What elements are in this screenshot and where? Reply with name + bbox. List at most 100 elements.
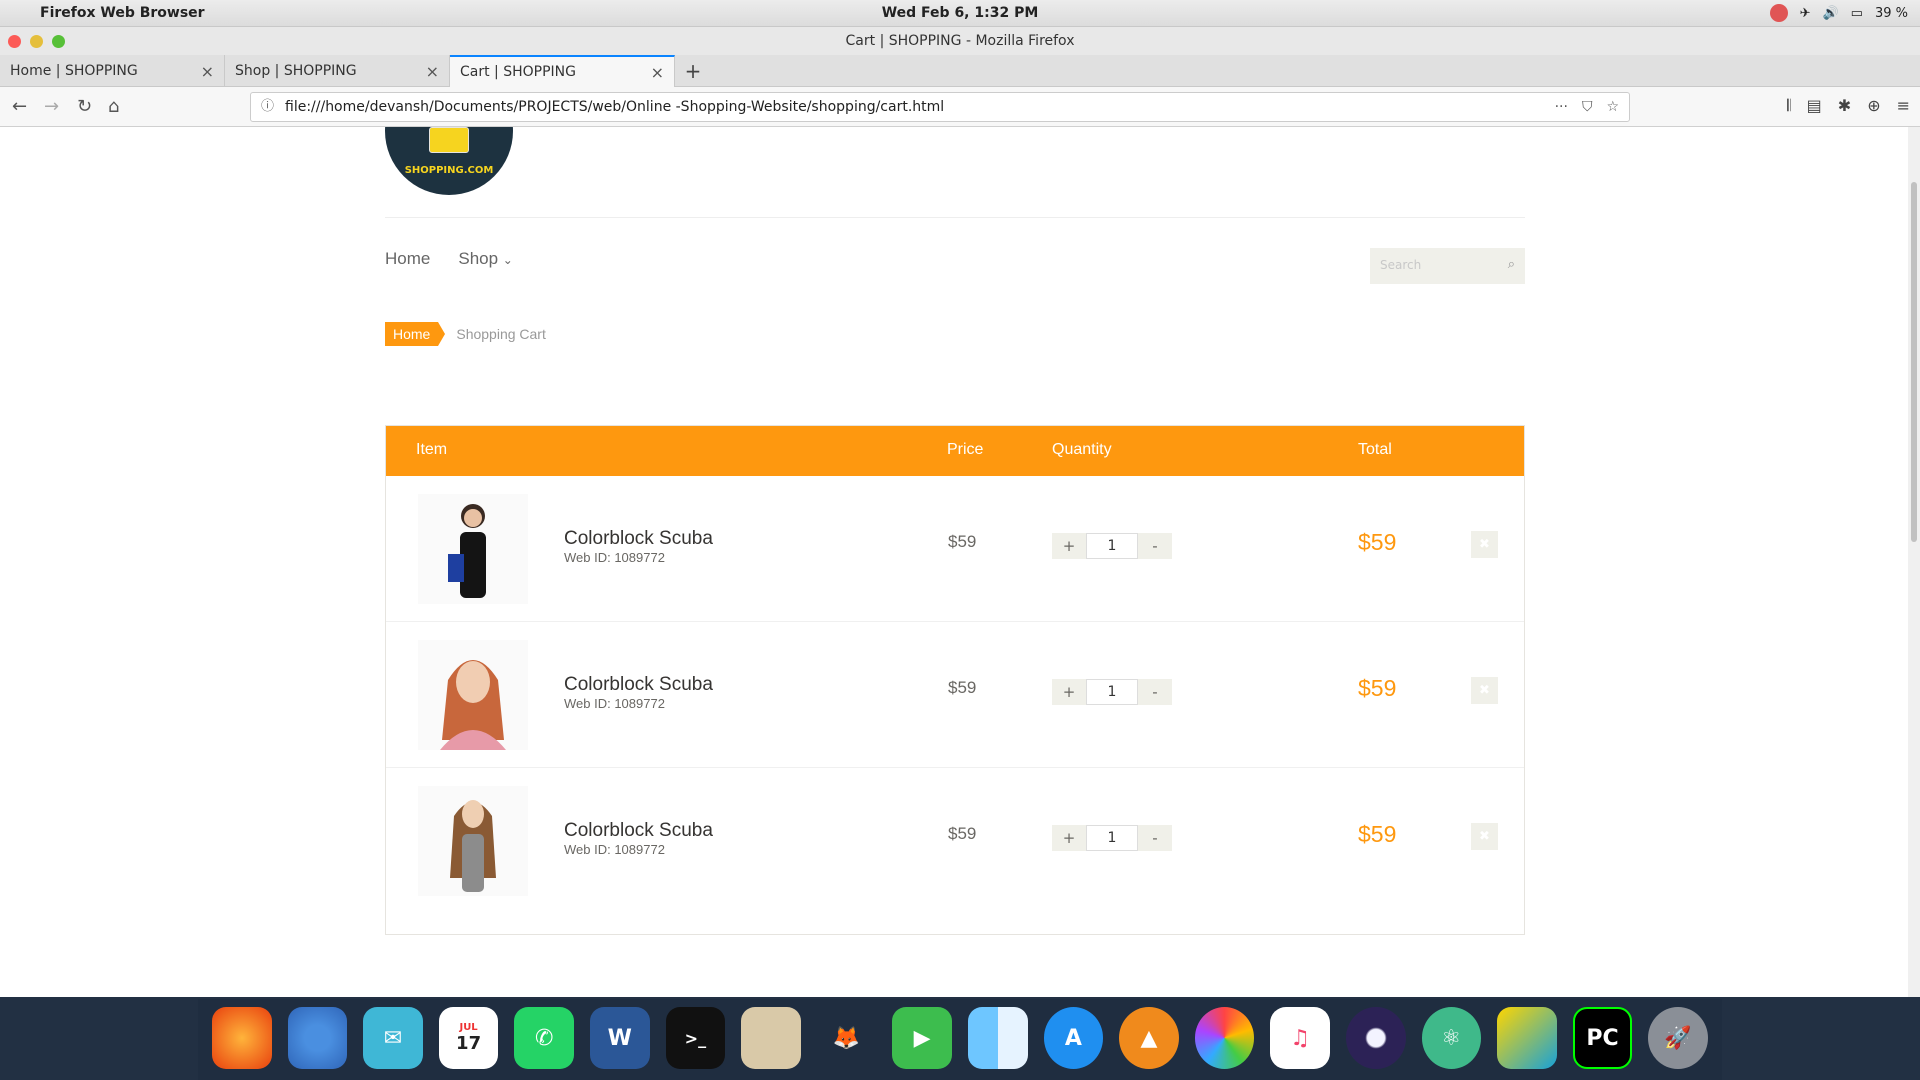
tab-shop[interactable]: Shop | SHOPPING × [225, 55, 450, 87]
menu-home[interactable]: Home [385, 249, 430, 269]
screen-record-icon[interactable] [1769, 4, 1788, 22]
launchpad-icon[interactable]: 🚀 [1648, 1007, 1708, 1069]
product-name[interactable]: Colorblock Scuba [564, 528, 713, 550]
sublime-icon[interactable] [1497, 1007, 1557, 1069]
close-window-button[interactable] [8, 35, 21, 48]
search-input[interactable]: Search ⌕ [1370, 248, 1525, 284]
home-icon[interactable]: ⌂ [108, 96, 119, 117]
quantity-input[interactable]: 1 [1086, 825, 1138, 851]
close-tab-icon[interactable]: × [201, 62, 214, 81]
quantity-input[interactable]: 1 [1086, 679, 1138, 705]
header-total: Total [1358, 441, 1392, 458]
terminal-icon[interactable]: >_ [665, 1007, 726, 1069]
quantity-decrease-button[interactable]: - [1138, 533, 1172, 559]
product-name[interactable]: Colorblock Scuba [564, 674, 713, 696]
site-info-icon[interactable]: ⓘ [261, 93, 274, 121]
quantity-input[interactable]: 1 [1086, 533, 1138, 559]
menu-shop-label: Shop [458, 249, 499, 268]
quantity-increase-button[interactable]: + [1052, 825, 1086, 851]
gimp-icon[interactable]: 🦊 [817, 1007, 877, 1069]
battery-icon[interactable]: ▭ [1851, 6, 1863, 21]
pocket-icon[interactable]: ⛉ [1582, 93, 1593, 121]
word-icon[interactable]: W [589, 1007, 650, 1069]
remove-item-button[interactable]: ✖ [1471, 531, 1498, 558]
remove-item-button[interactable]: ✖ [1471, 823, 1498, 850]
airplane-icon[interactable]: ✈ [1800, 6, 1811, 21]
calendar-month: JUL [459, 1022, 478, 1033]
app-store-icon[interactable]: A [1043, 1007, 1104, 1069]
new-tab-button[interactable]: + [675, 55, 711, 87]
close-tab-icon[interactable]: × [426, 62, 439, 81]
breadcrumb: Home Shopping Cart [385, 322, 546, 346]
close-tab-icon[interactable]: × [651, 63, 664, 82]
os-menubar: Firefox Web Browser Wed Feb 6, 1:32 PM ✈… [0, 0, 1920, 27]
quantity-increase-button[interactable]: + [1052, 533, 1086, 559]
product-price: $59 [948, 678, 977, 697]
product-image[interactable] [418, 786, 528, 896]
tab-label: Home | SHOPPING [10, 63, 138, 79]
whatsapp-icon[interactable]: ✆ [514, 1007, 574, 1069]
product-name[interactable]: Colorblock Scuba [564, 820, 713, 842]
library-icon[interactable]: 𝄃 [1787, 96, 1791, 116]
system-tray: ✈ 🔊 ▭ 39 % [1769, 4, 1908, 22]
music-icon[interactable]: ♫ [1270, 1007, 1330, 1069]
header-price: Price [947, 441, 984, 458]
product-price: $59 [948, 824, 977, 843]
back-icon[interactable]: ← [12, 96, 27, 117]
calculator-icon[interactable] [741, 1007, 801, 1069]
firefox-icon[interactable] [212, 1007, 272, 1069]
product-web-id: Web ID: 1089772 [564, 842, 665, 857]
breadcrumb-home[interactable]: Home [385, 322, 446, 346]
product-image[interactable] [418, 640, 528, 750]
reload-icon[interactable]: ↻ [77, 96, 92, 117]
site-logo[interactable]: SHOPPING.COM [385, 127, 513, 195]
tab-home[interactable]: Home | SHOPPING × [0, 55, 225, 87]
facetime-icon[interactable]: ▶ [892, 1007, 952, 1069]
maximize-window-button[interactable] [52, 35, 65, 48]
atom-icon[interactable]: ⚛ [1421, 1007, 1482, 1069]
bookmark-star-icon[interactable]: ☆ [1606, 93, 1619, 121]
header-item: Item [416, 441, 448, 458]
pycharm-icon[interactable]: PC [1572, 1007, 1633, 1069]
quantity-decrease-button[interactable]: - [1138, 825, 1172, 851]
window-controls [8, 35, 65, 48]
quantity-stepper: + 1 - [1052, 825, 1172, 851]
chevron-down-icon: ⌄ [502, 253, 513, 267]
toolbar-icons: 𝄃 ▤ ✱ ⊕ ≡ [1787, 96, 1910, 116]
calendar-icon[interactable]: JUL 17 [438, 1007, 499, 1069]
menu-icon[interactable]: ≡ [1897, 96, 1910, 116]
downloads-icon[interactable]: ⊕ [1867, 96, 1880, 116]
dock: ✉ JUL 17 ✆ W >_ 🦊 ▶ A ▲ ♫ ⚛ PC 🚀 [198, 999, 1722, 1080]
chromium-icon[interactable] [287, 1007, 348, 1069]
product-image[interactable] [418, 494, 528, 604]
mail-icon[interactable]: ✉ [363, 1007, 423, 1069]
quantity-decrease-button[interactable]: - [1138, 679, 1172, 705]
eclipse-icon[interactable] [1345, 1007, 1406, 1069]
url-bar[interactable]: ⓘ file:///home/devansh/Documents/PROJECT… [250, 92, 1630, 122]
cart-logo-icon [429, 127, 469, 153]
volume-icon[interactable]: 🔊 [1822, 6, 1838, 21]
quantity-increase-button[interactable]: + [1052, 679, 1086, 705]
url-text: file:///home/devansh/Documents/PROJECTS/… [285, 99, 945, 115]
page-actions-icon[interactable]: ··· [1555, 93, 1568, 121]
search-icon[interactable]: ⌕ [1508, 257, 1515, 272]
forward-icon[interactable]: → [44, 96, 59, 117]
photos-icon[interactable] [1194, 1007, 1255, 1069]
clock[interactable]: Wed Feb 6, 1:32 PM [0, 5, 1920, 21]
line-total: $59 [1358, 821, 1397, 847]
minimize-window-button[interactable] [30, 35, 43, 48]
sidebar-icon[interactable]: ▤ [1807, 96, 1822, 116]
page-scrollbar[interactable] [1908, 127, 1920, 997]
tab-cart[interactable]: Cart | SHOPPING × [450, 55, 675, 87]
pycharm-label: PC [1586, 1025, 1619, 1051]
extension-icon[interactable]: ✱ [1838, 96, 1851, 116]
cart-table: Item Price Quantity Total Colorblock Scu… [385, 425, 1525, 935]
calendar-day: 17 [456, 1033, 482, 1054]
remove-item-button[interactable]: ✖ [1471, 677, 1498, 704]
vlc-icon[interactable]: ▲ [1119, 1007, 1179, 1069]
web-page: SHOPPING.COM Home Shop ⌄ Search ⌕ Home S… [0, 127, 1908, 997]
logo-text: SHOPPING.COM [404, 165, 494, 176]
finder-icon[interactable] [967, 1007, 1028, 1069]
scrollbar-thumb[interactable] [1911, 182, 1917, 542]
menu-shop[interactable]: Shop ⌄ [458, 249, 513, 269]
